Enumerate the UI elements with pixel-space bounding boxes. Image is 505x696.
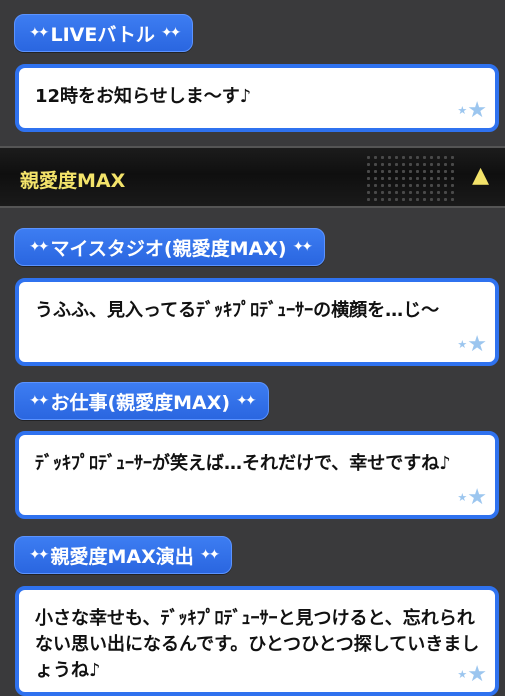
sparkle-icon: ✦✦ [199, 547, 221, 563]
voice-tag-my-studio: ✦✦ マイスタジオ(親愛度MAX) ✦✦ [14, 228, 325, 266]
voice-tag-affection-max-scene: ✦✦ 親愛度MAX演出 ✦✦ [14, 536, 233, 574]
voice-line-text: うふふ、見入ってるﾃﾞｯｷﾌﾟﾛﾃﾞｭｰｻｰの横顔を…じ～ [35, 300, 440, 321]
voice-tag-label: マイスタジオ(親愛度MAX) [50, 237, 287, 260]
voice-tag-label: 親愛度MAX演出 [50, 545, 194, 568]
dot-pattern-decoration [365, 154, 455, 202]
star-decoration-icon: ★★ [457, 485, 487, 510]
sparkle-icon: ✦✦ [292, 239, 314, 255]
sparkle-icon: ✦✦ [160, 25, 182, 41]
voice-tag-live-battle: ✦✦ LIVEバトル ✦✦ [14, 14, 194, 52]
section-title: 親愛度MAX [20, 170, 126, 192]
voice-line-box: ﾃﾞｯｷﾌﾟﾛﾃﾞｭｰｻｰが笑えば…それだけで、幸せですね♪ ★★ [15, 431, 499, 519]
voice-tag-label: お仕事(親愛度MAX) [50, 391, 231, 414]
sparkle-icon: ✦✦ [29, 393, 50, 409]
voice-line-box: うふふ、見入ってるﾃﾞｯｷﾌﾟﾛﾃﾞｭｰｻｰの横顔を…じ～ ★★ [15, 278, 499, 366]
sparkle-icon: ✦✦ [236, 393, 257, 409]
voice-line-text: 12時をお知らせしま～す♪ [35, 86, 252, 107]
sparkle-icon: ✦✦ [29, 547, 50, 563]
voice-tag-work: ✦✦ お仕事(親愛度MAX) ✦✦ [14, 382, 269, 420]
sparkle-icon: ✦✦ [29, 239, 50, 255]
star-decoration-icon: ★★ [457, 332, 487, 357]
sparkle-icon: ✦✦ [29, 25, 50, 41]
star-decoration-icon: ★★ [457, 662, 487, 687]
voice-line-box: 12時をお知らせしま～す♪ ★★ [15, 64, 499, 132]
collapse-triangle-icon[interactable]: ▲ [472, 163, 489, 188]
voice-line-text: 小さな幸せも、ﾃﾞｯｷﾌﾟﾛﾃﾞｭｰｻｰと見つけると、忘れられない思い出になるん… [35, 608, 480, 681]
voice-tag-label: LIVEバトル [50, 23, 155, 46]
star-decoration-icon: ★★ [457, 98, 487, 123]
voice-line-text: ﾃﾞｯｷﾌﾟﾛﾃﾞｭｰｻｰが笑えば…それだけで、幸せですね♪ [35, 453, 451, 474]
section-header-affection-max[interactable]: 親愛度MAX ▲ [0, 146, 505, 208]
